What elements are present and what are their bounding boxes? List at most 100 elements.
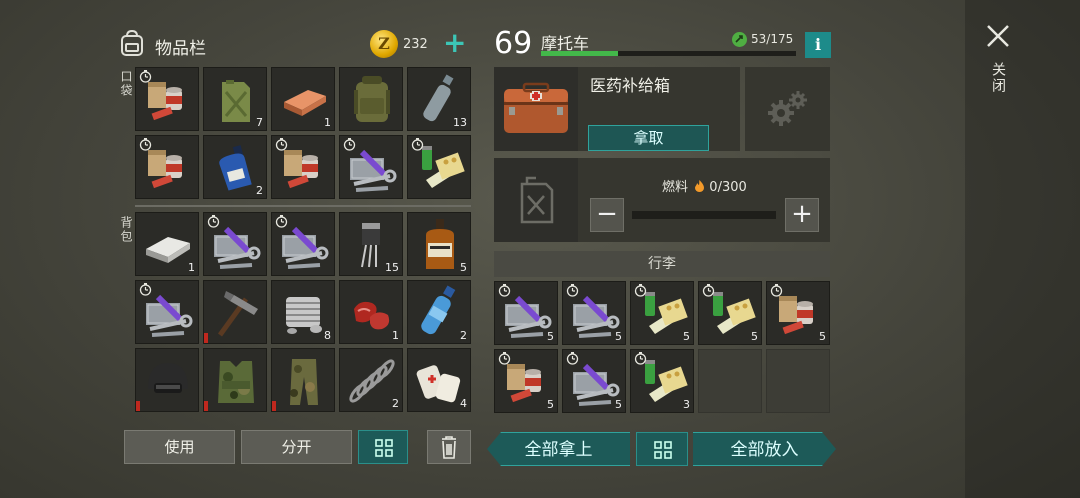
item-quantity: 5 bbox=[819, 330, 826, 343]
item-slot-copper-bar[interactable]: 1 bbox=[271, 67, 335, 131]
info-button[interactable]: i bbox=[805, 32, 831, 58]
item-slot-food[interactable]: 5 bbox=[766, 281, 830, 345]
fuel-slot[interactable] bbox=[494, 158, 578, 242]
item-quantity: 2 bbox=[392, 397, 399, 410]
item-slot-food[interactable]: 5 bbox=[494, 349, 558, 413]
item-slot-engine-part[interactable]: 8 bbox=[271, 280, 335, 344]
timer-icon bbox=[566, 352, 579, 365]
item-slot-toolkit[interactable] bbox=[135, 280, 199, 344]
item-slot-camo-pants[interactable] bbox=[271, 348, 335, 412]
timer-icon bbox=[343, 138, 356, 151]
item-slot-backpack[interactable] bbox=[339, 67, 403, 131]
add-coins-button[interactable]: + bbox=[443, 28, 466, 58]
item-quantity: 5 bbox=[615, 330, 622, 343]
item-quantity: 15 bbox=[385, 261, 399, 274]
timer-icon bbox=[498, 352, 511, 365]
timer-icon bbox=[634, 284, 647, 297]
item-slot-water-bottle[interactable]: 2 bbox=[407, 280, 471, 344]
item-slot-transistor[interactable]: 15 bbox=[339, 212, 403, 276]
fuel-minus-button[interactable]: − bbox=[590, 198, 624, 232]
close-label[interactable]: 关闭 bbox=[988, 62, 1008, 94]
fuel-plus-button[interactable]: + bbox=[785, 198, 819, 232]
fuel-slider[interactable] bbox=[632, 211, 776, 219]
hammer-icon bbox=[217, 291, 258, 337]
durability-bar bbox=[204, 401, 208, 411]
timer-icon bbox=[275, 215, 288, 228]
item-quantity: 1 bbox=[188, 261, 195, 274]
empty-slot[interactable] bbox=[766, 349, 830, 413]
split-button[interactable]: 分开 bbox=[241, 430, 352, 464]
durability-bar bbox=[272, 401, 276, 411]
item-slot-toolkit[interactable] bbox=[339, 135, 403, 199]
item-slot-medicine[interactable]: 3 bbox=[630, 349, 694, 413]
fuel-can-icon bbox=[520, 176, 554, 224]
fuel-label-text: 燃料 bbox=[662, 180, 689, 195]
item-slot-camo-vest[interactable] bbox=[203, 348, 267, 412]
settings-slot[interactable] bbox=[745, 67, 830, 151]
take-button[interactable]: 拿取 bbox=[588, 125, 709, 151]
capacity-icon bbox=[732, 32, 747, 47]
item-quantity: 4 bbox=[460, 397, 467, 410]
backpack-grid: 1 15 5 8 1 2 2 4 bbox=[135, 212, 471, 412]
timer-icon bbox=[411, 138, 424, 151]
item-quantity: 5 bbox=[547, 398, 554, 411]
item-slot-toolkit[interactable] bbox=[203, 212, 267, 276]
item-quantity: 5 bbox=[615, 398, 622, 411]
pocket-grid: 7 1 13 2 bbox=[135, 67, 471, 199]
item-slot-helmet[interactable] bbox=[135, 348, 199, 412]
timer-icon bbox=[634, 352, 647, 365]
divider bbox=[135, 205, 471, 207]
timer-icon bbox=[207, 215, 220, 228]
item-slot-toolkit[interactable]: 5 bbox=[562, 281, 626, 345]
container-title: 医药补给箱 bbox=[590, 76, 671, 95]
timer-icon bbox=[566, 284, 579, 297]
put-all-button[interactable]: 全部放入 bbox=[693, 432, 836, 466]
fuel-label: 燃料 0/300 bbox=[662, 176, 747, 195]
item-slot-food[interactable] bbox=[271, 135, 335, 199]
item-slot-medicine[interactable]: 5 bbox=[630, 281, 694, 345]
vehicle-level: 69 bbox=[494, 26, 533, 61]
item-slot-food[interactable] bbox=[135, 67, 199, 131]
grid-sort-icon bbox=[375, 439, 393, 457]
item-slot-blue-bottle[interactable]: 2 bbox=[203, 135, 267, 199]
pocket-label: 口袋 bbox=[119, 70, 133, 98]
item-slot-food[interactable] bbox=[135, 135, 199, 199]
item-slot-toolkit[interactable]: 5 bbox=[562, 349, 626, 413]
trash-button[interactable] bbox=[427, 430, 471, 464]
item-slot-water-bottle-empty[interactable]: 13 bbox=[407, 67, 471, 131]
item-quantity: 3 bbox=[683, 398, 690, 411]
item-slot-toolkit[interactable]: 5 bbox=[494, 281, 558, 345]
item-slot-spring[interactable]: 2 bbox=[339, 348, 403, 412]
item-quantity: 2 bbox=[460, 329, 467, 342]
item-slot-toolkit[interactable] bbox=[271, 212, 335, 276]
trash-icon bbox=[442, 436, 456, 459]
inventory-title: 物品栏 bbox=[155, 39, 206, 59]
backpack-icon bbox=[121, 30, 143, 56]
item-slot-hammer[interactable] bbox=[203, 280, 267, 344]
item-slot-iron-bar[interactable]: 1 bbox=[135, 212, 199, 276]
item-slot-medicine[interactable] bbox=[407, 135, 471, 199]
capacity-text: 53/175 bbox=[751, 32, 794, 46]
item-slot-jerrycan[interactable]: 7 bbox=[203, 67, 267, 131]
sort-luggage-button[interactable] bbox=[636, 432, 688, 466]
item-slot-medicine[interactable]: 5 bbox=[698, 281, 762, 345]
sort-inventory-button[interactable] bbox=[358, 430, 408, 464]
timer-icon bbox=[498, 284, 511, 297]
coin-count: 232 bbox=[403, 37, 428, 52]
item-quantity: 2 bbox=[256, 184, 263, 197]
empty-slot[interactable] bbox=[698, 349, 762, 413]
side-strip bbox=[965, 0, 1080, 498]
timer-icon bbox=[139, 70, 152, 83]
close-icon[interactable] bbox=[984, 22, 1012, 50]
item-slot-whiskey[interactable]: 5 bbox=[407, 212, 471, 276]
take-all-button[interactable]: 全部拿上 bbox=[487, 432, 630, 466]
item-quantity: 1 bbox=[392, 329, 399, 342]
durability-bar bbox=[204, 333, 208, 343]
item-slot-raw-meat[interactable]: 1 bbox=[339, 280, 403, 344]
item-quantity: 5 bbox=[683, 330, 690, 343]
item-quantity: 5 bbox=[460, 261, 467, 274]
fuel-value: 0/300 bbox=[709, 180, 747, 195]
item-slot-bandage[interactable]: 4 bbox=[407, 348, 471, 412]
item-quantity: 5 bbox=[547, 330, 554, 343]
use-button[interactable]: 使用 bbox=[124, 430, 235, 464]
